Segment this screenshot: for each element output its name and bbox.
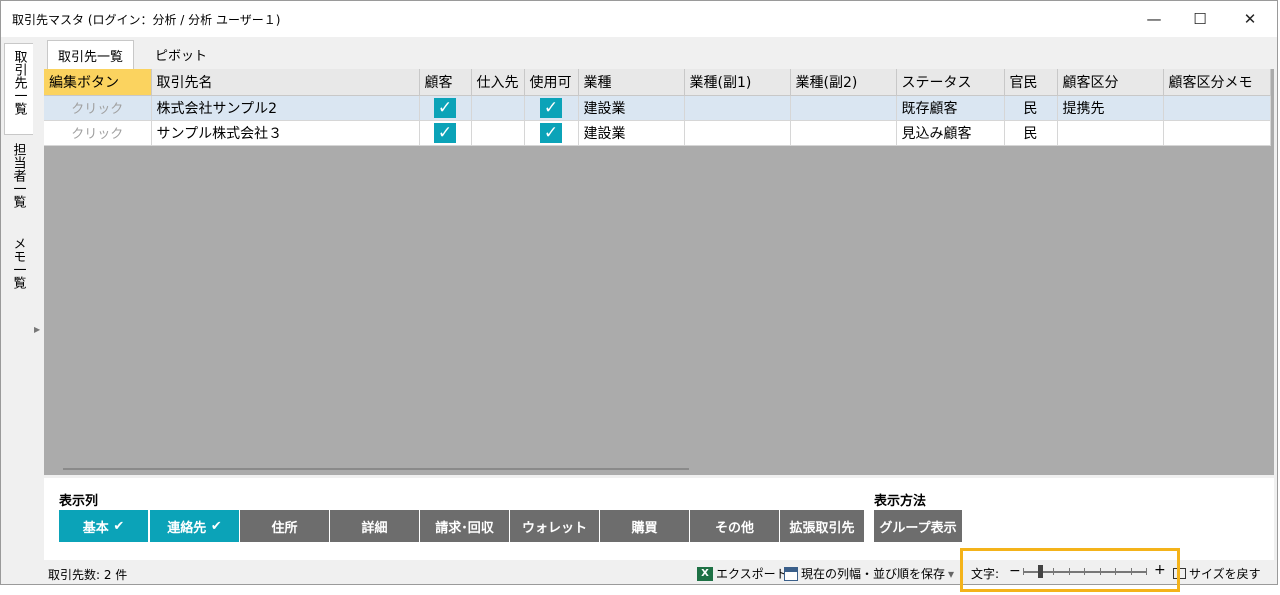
checkbox-checked-icon[interactable]: ✓ <box>540 97 562 118</box>
column-set-contact-button[interactable]: 連絡先 ✔ <box>150 510 239 542</box>
column-set-wallet-button[interactable]: ウォレット <box>510 510 599 542</box>
cell-supplier[interactable] <box>471 120 525 146</box>
button-label: 連絡先 <box>167 520 207 536</box>
export-label: エクスポート <box>716 567 788 581</box>
save-layout-button[interactable]: 現在の列幅・並び順を保存 ▾ <box>784 565 954 582</box>
table-row[interactable]: クリック 株式会社サンプル2 ✓ ✓ 建設業 既存顧客 民 提携先 <box>44 95 1271 121</box>
cell-customer[interactable]: ✓ <box>419 120 472 146</box>
side-tab-bar: 取引先一覧 担当者一覧 メモ一覧 ▶ <box>1 37 40 563</box>
minimize-button[interactable]: — <box>1131 5 1177 33</box>
excel-icon: X <box>697 566 713 581</box>
reset-size-label: サイズを戻す <box>1189 567 1261 581</box>
table-settings-icon <box>784 566 798 581</box>
cell-status[interactable]: 既存顧客 <box>896 95 1005 121</box>
cell-name[interactable]: 株式会社サンプル2 <box>151 95 420 121</box>
cell-customer-category-memo[interactable] <box>1163 95 1271 121</box>
highlight-box <box>960 548 1180 592</box>
tab-customer-list[interactable]: 取引先一覧 <box>47 40 135 69</box>
edit-click-button[interactable]: クリック <box>44 120 152 146</box>
maximize-button[interactable]: ☐ <box>1177 5 1223 33</box>
column-header-public-private[interactable]: 官民 <box>1004 69 1058 96</box>
side-tab-label: メモ一覧 <box>10 237 26 289</box>
column-header-industry-sub1[interactable]: 業種(副1) <box>684 69 791 96</box>
column-set-other-button[interactable]: その他 <box>690 510 779 542</box>
column-set-billing-button[interactable]: 請求･回収 <box>420 510 509 542</box>
cell-industry-sub1[interactable] <box>684 120 791 146</box>
cell-industry-sub2[interactable] <box>790 95 897 121</box>
column-header-customer-category[interactable]: 顧客区分 <box>1057 69 1164 96</box>
side-tab-contact-list[interactable]: 担当者一覧 <box>4 143 32 223</box>
column-set-extended-button[interactable]: 拡張取引先 <box>780 510 864 542</box>
cell-customer-category[interactable] <box>1057 120 1164 146</box>
cell-usable[interactable]: ✓ <box>524 95 579 121</box>
export-button[interactable]: X エクスポート <box>697 565 788 582</box>
cell-status[interactable]: 見込み顧客 <box>896 120 1005 146</box>
column-header-status[interactable]: ステータス <box>896 69 1005 96</box>
cell-customer[interactable]: ✓ <box>419 95 472 121</box>
display-columns-label: 表示列 <box>59 494 99 509</box>
side-tab-label: 担当者一覧 <box>10 143 26 208</box>
data-grid: 編集ボタン 取引先名 顧客 仕入先 使用可 業種 業種(副1) 業種(副2) ス… <box>44 69 1274 475</box>
checkbox-checked-icon[interactable]: ✓ <box>434 97 456 118</box>
side-tab-label: 取引先一覧 <box>11 50 27 115</box>
table-row[interactable]: クリック サンプル株式会社３ ✓ ✓ 建設業 見込み顧客 民 <box>44 120 1271 146</box>
title-bar: 取引先マスタ (ログイン：分析 / 分析 ユーザー１) — ☐ ✕ <box>1 1 1277 37</box>
close-button[interactable]: ✕ <box>1227 5 1273 33</box>
grid-header-row: 編集ボタン 取引先名 顧客 仕入先 使用可 業種 業種(副1) 業種(副2) ス… <box>44 69 1271 96</box>
side-tab-customer-list[interactable]: 取引先一覧 <box>4 43 33 135</box>
group-view-button[interactable]: グループ表示 <box>874 510 962 542</box>
button-label: 基本 <box>82 520 109 536</box>
window-title: 取引先マスタ (ログイン：分析 / 分析 ユーザー１) <box>12 13 281 27</box>
cell-public-private[interactable]: 民 <box>1004 120 1058 146</box>
checkbox-checked-icon[interactable]: ✓ <box>540 122 562 143</box>
horizontal-scrollbar[interactable] <box>63 468 689 470</box>
cell-industry-sub2[interactable] <box>790 120 897 146</box>
cell-industry[interactable]: 建設業 <box>578 120 685 146</box>
top-tab-bar: 取引先一覧 ピボット <box>41 37 1277 69</box>
cell-industry[interactable]: 建設業 <box>578 95 685 121</box>
column-set-basic-button[interactable]: 基本 ✔ <box>59 510 148 542</box>
collapse-handle-icon[interactable]: ▶ <box>34 325 40 343</box>
cell-customer-category[interactable]: 提携先 <box>1057 95 1164 121</box>
column-set-detail-button[interactable]: 詳細 <box>330 510 419 542</box>
cell-public-private[interactable]: 民 <box>1004 95 1058 121</box>
chevron-down-icon[interactable]: ▾ <box>948 567 954 581</box>
side-tab-memo-list[interactable]: メモ一覧 <box>4 237 32 303</box>
cell-usable[interactable]: ✓ <box>524 120 579 146</box>
checkbox-checked-icon[interactable]: ✓ <box>434 122 456 143</box>
save-layout-label: 現在の列幅・並び順を保存 <box>801 567 946 581</box>
column-set-address-button[interactable]: 住所 <box>240 510 329 542</box>
display-method-label: 表示方法 <box>874 494 927 509</box>
cell-name[interactable]: サンプル株式会社３ <box>151 120 420 146</box>
check-icon: ✔ <box>210 518 222 534</box>
column-header-supplier[interactable]: 仕入先 <box>471 69 525 96</box>
cell-customer-category-memo[interactable] <box>1163 120 1271 146</box>
column-header-industry-sub2[interactable]: 業種(副2) <box>790 69 897 96</box>
cell-supplier[interactable] <box>471 95 525 121</box>
column-header-customer-category-memo[interactable]: 顧客区分メモ <box>1163 69 1271 96</box>
column-header-usable[interactable]: 使用可 <box>524 69 579 96</box>
app-window: 取引先マスタ (ログイン：分析 / 分析 ユーザー１) — ☐ ✕ 取引先一覧 … <box>0 0 1278 585</box>
edit-click-button[interactable]: クリック <box>44 95 152 121</box>
column-header-name[interactable]: 取引先名 <box>151 69 420 96</box>
column-header-customer[interactable]: 顧客 <box>419 69 472 96</box>
column-header-industry[interactable]: 業種 <box>578 69 685 96</box>
column-set-purchase-button[interactable]: 購買 <box>600 510 689 542</box>
column-header-edit-button[interactable]: 編集ボタン <box>44 69 152 96</box>
reset-size-button[interactable]: サイズを戻す <box>1173 565 1261 582</box>
cell-industry-sub1[interactable] <box>684 95 791 121</box>
check-icon: ✔ <box>113 518 125 534</box>
tab-pivot[interactable]: ピボット <box>145 40 217 68</box>
record-count: 取引先数: 2 件 <box>48 568 128 582</box>
